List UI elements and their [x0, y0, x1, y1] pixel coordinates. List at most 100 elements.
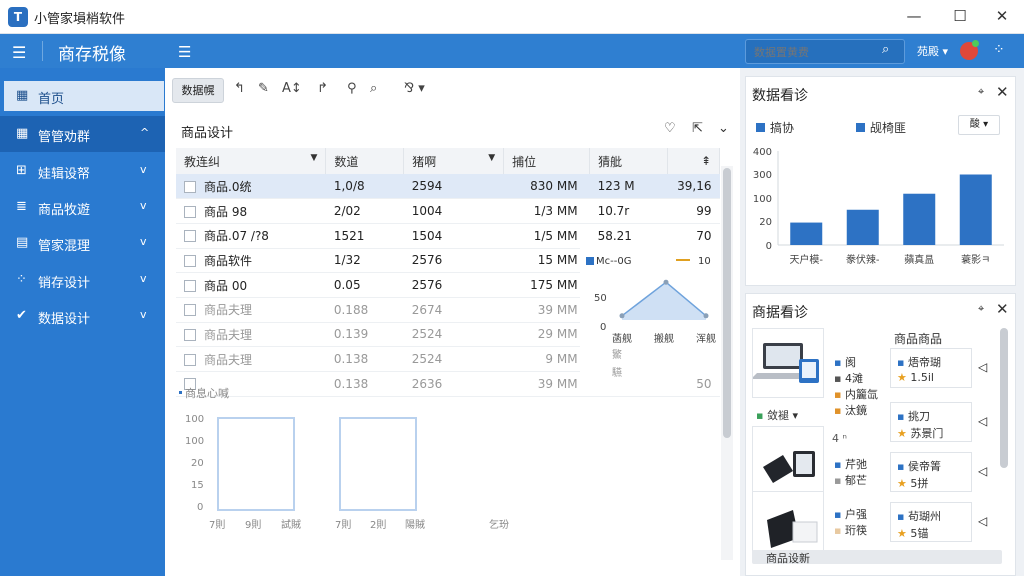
share-icon[interactable]: ◁ [978, 464, 987, 478]
cell: 1504 [403, 223, 504, 249]
cell-text: 9 MM [545, 352, 578, 367]
scrollbar-thumb[interactable] [723, 168, 731, 438]
x-label: 天户模- [789, 253, 823, 266]
bar[interactable] [790, 222, 823, 245]
edit-icon[interactable]: ✎ [258, 81, 269, 96]
find-icon[interactable]: ⌕ [370, 81, 377, 96]
minimize-button[interactable]: — [900, 5, 928, 27]
collapse-menu-icon[interactable]: ☰ [178, 43, 191, 61]
pin-icon[interactable]: ⌖ [978, 302, 984, 316]
column-header[interactable]: 数道 [325, 148, 405, 174]
chart-frame [217, 417, 295, 511]
column-header[interactable]: 猜舭 [589, 148, 668, 174]
grid-title: 商品设计 [181, 126, 234, 141]
favorite-icon[interactable]: ♡ [664, 121, 676, 136]
chevron-down-icon: v [140, 163, 147, 176]
bar[interactable] [903, 193, 936, 245]
pin-icon[interactable]: ⌖ [978, 85, 984, 99]
column-header[interactable]: 教连纠 ▼ [176, 148, 327, 174]
sidebar-item-settings[interactable]: ⊞ 娃辑设帑 v [0, 153, 165, 189]
data-point[interactable] [663, 279, 669, 285]
column-header[interactable]: 猪啊 ▼ [403, 148, 505, 174]
sidebar-item-admin[interactable]: ▤ 管家混理 v [0, 225, 165, 261]
x-label: 9則 [245, 519, 261, 531]
close-icon[interactable]: ✕ [996, 300, 1009, 318]
data-point[interactable] [703, 313, 709, 319]
product-card[interactable]: ▪ 挑刀 ★ 苏景门 [890, 402, 972, 442]
product-name-cell: 商品夫理 [176, 322, 326, 348]
product-card[interactable]: ▪ 焐帝瑚 ★ 1.5il [890, 348, 972, 388]
sidebar-item-label: 商品牧遊 [38, 203, 91, 218]
cell: 1/5 MM [503, 223, 590, 249]
app-title: 小管家塤梢软件 [34, 12, 126, 27]
column-header[interactable]: ⇞ [667, 148, 721, 174]
table-row[interactable]: 商品 98 2/02 1004 1/3 MM 10.7r 99 [176, 198, 720, 224]
product-name-cell: 商品 98 [176, 198, 326, 224]
cell: 2524 [403, 346, 504, 372]
close-button[interactable]: ✕ [988, 5, 1016, 27]
product-card[interactable]: ▪ 茍瑚州 ★ 5锚 [890, 502, 972, 542]
share-icon[interactable]: ◁ [978, 360, 987, 374]
row-checkbox[interactable] [184, 205, 196, 218]
user-menu[interactable]: 苑殿 ▾ [917, 43, 948, 59]
share-icon[interactable]: ◁ [978, 414, 987, 428]
maximize-button[interactable]: ☐ [946, 5, 974, 27]
data-button[interactable]: 数据幌 [172, 78, 224, 103]
sidebar-item-data[interactable]: ✔ 数据设计 v [0, 298, 165, 334]
filter-icon[interactable]: ⚲ [347, 81, 357, 96]
close-icon[interactable]: ✕ [996, 83, 1009, 101]
cell: 2/02 [325, 198, 404, 224]
apps-grid-icon[interactable]: ⁘ [993, 42, 1005, 58]
legend-label: 搞协 [770, 121, 795, 135]
card-value: ★ 苏景门 [897, 427, 944, 440]
row-checkbox[interactable] [184, 328, 196, 341]
sidebar-item-products[interactable]: ≣ 商品牧遊 v [0, 189, 165, 225]
search-box[interactable]: ⌕ [745, 39, 905, 64]
sidebar-item-label: 首页 [38, 92, 65, 107]
column-header[interactable]: 捕位 [503, 148, 591, 174]
cell-text: 0.05 [333, 278, 361, 293]
legend-label: Mc--0G [596, 256, 631, 267]
more-icon[interactable]: ⅋ ▾ [404, 81, 425, 96]
product-card[interactable]: ▪ 侯帝箐 ★ 5拼 [890, 452, 972, 492]
x-label: 2則 [370, 519, 386, 531]
chevron-down-icon[interactable]: ⌄ [718, 121, 729, 136]
scrollbar-thumb[interactable] [1000, 328, 1008, 468]
card-title: ▪ 焐帝瑚 [897, 356, 941, 369]
y-tick: 400 [753, 147, 772, 158]
sort-icon[interactable]: A↕ [282, 81, 302, 96]
row-checkbox[interactable] [184, 180, 196, 193]
sidebar-item-management[interactable]: ▦ 管管劝群 ^ [0, 116, 165, 152]
list-item: ▪ 阂 [834, 356, 856, 369]
legend-swatch [179, 391, 182, 394]
row-checkbox[interactable] [184, 279, 196, 292]
series-dropdown[interactable]: 酸 ▾ [958, 115, 1000, 135]
menu-icon[interactable]: ☰ [12, 43, 26, 62]
panel-title: 数据看诊 [752, 88, 808, 104]
redo-icon[interactable]: ↱ [317, 81, 328, 96]
list-item: ▪ 户强 [834, 508, 867, 521]
sort-dropdown[interactable]: ▪ 敛褪 ▾ [756, 407, 798, 423]
tablet-image[interactable] [752, 426, 824, 496]
list-item: ▪ 芹弛 [834, 458, 867, 471]
row-checkbox[interactable] [184, 230, 196, 243]
search-icon[interactable]: ⌕ [882, 42, 889, 57]
bar[interactable] [846, 209, 879, 245]
table-row[interactable]: 商品.0统 1,0/8 2594 830 MM 123 M 39,16 [176, 174, 720, 200]
sidebar-item-home[interactable]: ▦ 首页 [4, 81, 164, 111]
undo-icon[interactable]: ↰ [234, 81, 245, 96]
data-point[interactable] [619, 313, 625, 319]
share-icon[interactable]: ◁ [978, 514, 987, 528]
search-input[interactable] [754, 43, 874, 61]
row-checkbox[interactable] [184, 254, 196, 267]
product-name-cell: 商品夫理 [176, 297, 326, 323]
row-checkbox[interactable] [184, 353, 196, 366]
row-checkbox[interactable] [184, 304, 196, 317]
export-icon[interactable]: ⇱ [692, 121, 703, 136]
laptop-image[interactable] [751, 328, 824, 398]
table-row[interactable]: 商品.07 /?8 1521 1504 1/5 MM 58.21 70 [176, 223, 720, 249]
sidebar-item-label: 数据设计 [38, 312, 91, 327]
sidebar-item-inventory[interactable]: ⁘ 销存设计 v [0, 262, 165, 298]
bar[interactable] [959, 174, 992, 246]
title-bar: T 小管家塤梢软件 — ☐ ✕ [0, 0, 1024, 34]
